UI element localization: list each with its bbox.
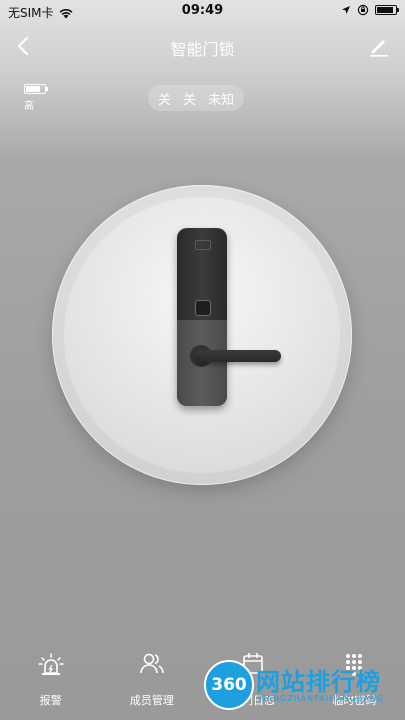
bottom-tab-bar: 报警 成员管理 开门日志 临时密码 xyxy=(0,650,405,720)
key-slot xyxy=(195,240,211,250)
lock-status-chips: 关 关 未知 xyxy=(148,85,245,111)
battery-level: 高 xyxy=(24,84,48,112)
tab-alarm[interactable]: 报警 xyxy=(0,650,101,720)
tab-label: 临时密码 xyxy=(332,694,377,707)
lock-status-item: 未知 xyxy=(208,92,235,108)
status-bar: 无SIM卡 09:49 xyxy=(0,0,405,22)
tab-label: 成员管理 xyxy=(129,694,174,707)
battery-level-label: 高 xyxy=(24,101,34,112)
tab-label: 报警 xyxy=(39,694,62,707)
tab-temp-password[interactable]: 临时密码 xyxy=(304,650,405,720)
tab-members[interactable]: 成员管理 xyxy=(101,650,202,720)
status-right xyxy=(341,4,399,16)
rotation-lock-icon xyxy=(357,4,369,16)
location-icon xyxy=(341,5,351,15)
calendar-icon xyxy=(203,650,304,678)
members-icon xyxy=(101,650,202,678)
tab-unlock-log[interactable]: 开门日志 xyxy=(203,650,304,720)
edit-button[interactable] xyxy=(367,34,391,58)
page-title: 智能门锁 xyxy=(170,40,235,59)
pencil-icon xyxy=(370,40,388,57)
door-lock-icon xyxy=(177,228,227,406)
alarm-icon xyxy=(0,650,101,678)
fingerprint-sensor xyxy=(195,300,211,316)
lock-status-item: 关 xyxy=(183,92,197,108)
status-battery-icon xyxy=(375,5,399,15)
battery-icon xyxy=(24,84,48,94)
tab-label: 开门日志 xyxy=(231,694,276,707)
nav-bar: 智能门锁 xyxy=(0,28,405,64)
door-handle xyxy=(195,350,281,362)
keypad-icon xyxy=(304,650,405,678)
lock-status-item: 关 xyxy=(158,92,172,108)
